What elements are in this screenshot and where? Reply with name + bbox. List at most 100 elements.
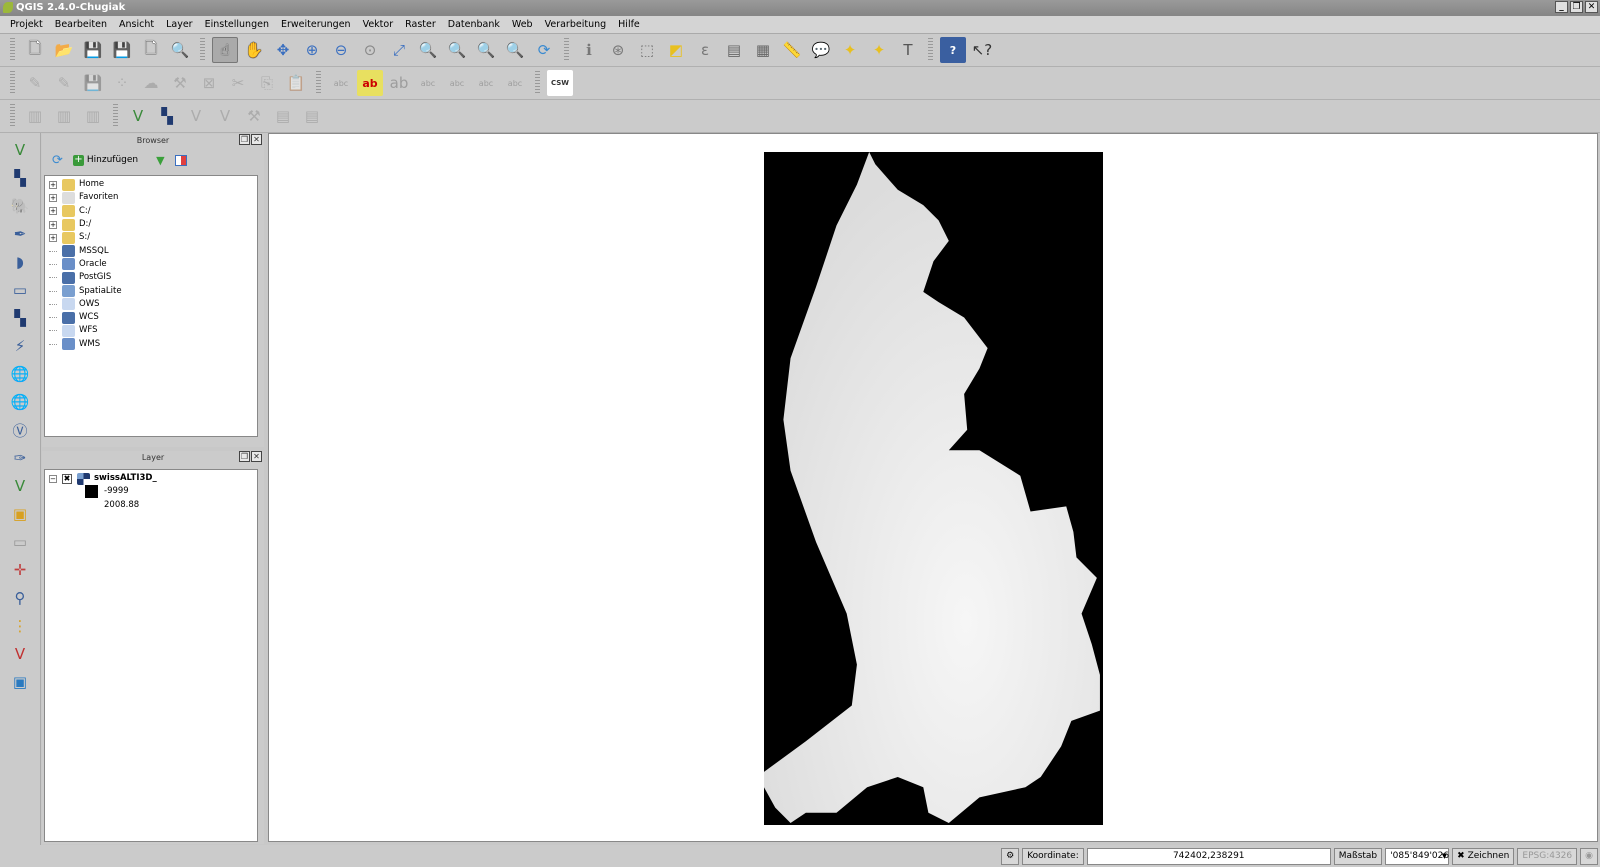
label-move-icon[interactable]: ab [386,70,412,96]
label-edit-icon[interactable]: abc [502,70,528,96]
new-shapefile-icon[interactable]: V [6,473,34,499]
add-delimited-text-icon[interactable]: ✑ [6,445,34,471]
zoom-next-icon[interactable]: 🔍 [502,37,528,63]
expand-icon[interactable]: + [49,207,57,216]
measure-icon[interactable]: 📏 [779,37,805,63]
zoom-last-icon[interactable]: 🔍 [473,37,499,63]
expand-icon[interactable]: + [49,193,57,202]
new-layer-icon[interactable]: ▭ [6,529,34,555]
delete-selected-icon[interactable]: ⊠ [196,70,222,96]
browser-item[interactable]: SpatiaLite [49,284,257,298]
scale-combobox[interactable]: '085'849'026 ▼ [1385,847,1450,865]
chevron-down-icon[interactable]: ▼ [1442,849,1447,864]
toolbar-grip[interactable] [928,38,933,62]
map-canvas[interactable] [268,133,1598,842]
copy-icon[interactable]: ⎘ [254,70,280,96]
properties-icon[interactable] [174,154,187,166]
label-rotate-icon[interactable]: abc [444,70,470,96]
layer-item[interactable]: − ✖ swissALTI3D_ [49,472,257,485]
coordinate-capture-icon[interactable]: ⋮ [6,613,34,639]
refresh-icon[interactable]: ⟳ [531,37,557,63]
table-edit-icon[interactable]: ▤ [299,103,325,129]
open-project-icon[interactable]: 📂 [51,37,77,63]
toolbar-grip[interactable] [316,71,321,95]
add-mssql-layer-icon[interactable]: ◗ [6,249,34,275]
attribute-table-icon[interactable]: ▤ [721,37,747,63]
save-edits-icon[interactable]: 💾 [80,70,106,96]
zoom-out-icon[interactable]: ⊖ [328,37,354,63]
coordinate-field[interactable]: 742402,238291 [1086,847,1331,865]
toolbar-grip[interactable] [10,104,15,128]
pan-touch-icon[interactable]: ☝ [212,37,238,63]
menu-web[interactable]: Web [506,16,539,33]
pan-icon[interactable]: ✋ [241,37,267,63]
label-abc-icon[interactable]: abc [328,70,354,96]
restore-button[interactable]: ❐ [1570,1,1583,13]
gps-icon[interactable]: ✛ [6,557,34,583]
cut-icon[interactable]: ✂ [225,70,251,96]
select-polygon-icon[interactable]: ⬚ [634,37,660,63]
tool-icon[interactable]: ⚒ [241,103,267,129]
toggle-editing-icon[interactable]: ✎ [22,70,48,96]
menu-erweiterungen[interactable]: Erweiterungen [275,16,357,33]
expand-icon[interactable]: + [49,180,57,189]
add-wfs2-layer-icon[interactable]: Ⓥ [6,417,34,443]
browser-item[interactable]: + C:/ [49,205,257,218]
expand-icon[interactable]: + [49,233,57,242]
topology-icon[interactable]: V [6,641,34,667]
browser-item[interactable]: + Home [49,178,257,191]
pan-to-selection-icon[interactable]: ✥ [270,37,296,63]
render-checkbox[interactable]: ✖ [1457,851,1465,861]
zoom-in-icon[interactable]: ⊕ [299,37,325,63]
filter-icon[interactable]: ▼ [156,154,164,167]
add-feature-icon[interactable]: ⁘ [109,70,135,96]
select-icon[interactable]: ⊛ [605,37,631,63]
browser-item[interactable]: Oracle [49,258,257,271]
add-raster-icon[interactable]: ▚ [154,103,180,129]
zoom-layer-icon[interactable]: 🔍 [444,37,470,63]
browser-item[interactable]: PostGIS [49,271,257,284]
save-project-icon[interactable]: 💾 [80,37,106,63]
minimize-button[interactable]: _ [1555,1,1568,13]
browser-item[interactable]: WMS [49,338,257,351]
add-raster-layer-icon[interactable]: ▚ [6,165,34,191]
show-bookmarks-icon[interactable]: ✦ [866,37,892,63]
move-feature-icon[interactable]: ☁ [138,70,164,96]
digitize-icon-1[interactable]: ▥ [22,103,48,129]
identify-icon[interactable]: ℹ [576,37,602,63]
label-pin-icon[interactable]: ab [357,70,383,96]
text-annotation-icon[interactable]: T [895,37,921,63]
add-wfs-layer-icon[interactable]: 🌐 [6,361,34,387]
whats-this-icon[interactable]: ↖? [969,37,995,63]
browser-item[interactable]: WCS [49,311,257,324]
label-change-icon[interactable]: abc [473,70,499,96]
browser-item[interactable]: + D:/ [49,218,257,231]
menu-einstellungen[interactable]: Einstellungen [199,16,275,33]
add-button[interactable]: + Hinzufügen [72,154,138,166]
add-ows-layer-icon[interactable]: 🌐 [6,389,34,415]
float-panel-button[interactable]: ❐ [239,451,250,462]
edit-pencil-icon[interactable]: ✎ [51,70,77,96]
close-button[interactable]: ✕ [1585,1,1598,13]
georeferencer-icon[interactable]: ⚲ [6,585,34,611]
zoom-full-icon[interactable]: ⤢ [386,37,412,63]
menu-ansicht[interactable]: Ansicht [113,16,160,33]
browser-item[interactable]: + S:/ [49,231,257,244]
vector-new-icon[interactable]: V [183,103,209,129]
table-icon[interactable]: ▤ [270,103,296,129]
crs-button[interactable]: EPSG:4326 [1517,847,1578,865]
save-as-icon[interactable]: 💾 [109,37,135,63]
render-toggle[interactable]: ✖ Zeichnen [1452,847,1515,865]
menu-verarbeitung[interactable]: Verarbeitung [539,16,613,33]
menu-layer[interactable]: Layer [160,16,199,33]
close-panel-button[interactable]: ✕ [251,134,262,145]
node-tool-icon[interactable]: ⚒ [167,70,193,96]
browser-item[interactable]: MSSQL [49,244,257,258]
toolbar-grip[interactable] [10,38,15,62]
zoom-native-icon[interactable]: ⊙ [357,37,383,63]
float-panel-button[interactable]: ❐ [239,134,250,145]
menu-projekt[interactable]: Projekt [4,16,49,33]
digitize-icon-3[interactable]: ▥ [80,103,106,129]
toolbar-grip[interactable] [200,38,205,62]
csw-icon[interactable]: CSW [547,70,573,96]
